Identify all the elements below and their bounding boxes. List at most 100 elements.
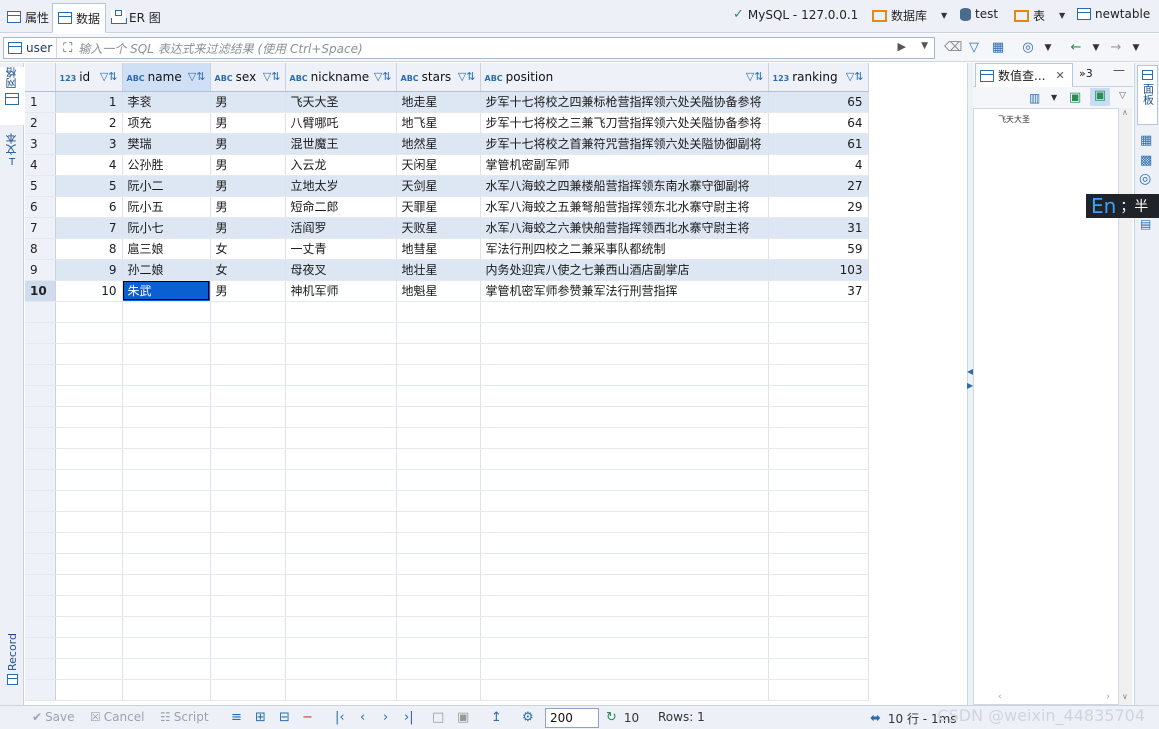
cell-position[interactable]: 水军八海蛟之五兼弩船营指挥领东北水寨守尉主将 <box>480 196 769 218</box>
cell-ranking[interactable]: 59 <box>768 238 869 260</box>
content-type-icon[interactable]: ▥ <box>1029 91 1040 105</box>
back-icon[interactable]: ← <box>1068 40 1084 56</box>
cell-position[interactable]: 水军八海蛟之六兼快船营指挥领西北水寨守尉主将 <box>480 217 769 239</box>
sort-filter-icon[interactable]: ▽⇅ <box>746 70 764 83</box>
auto-apply-icon[interactable]: ▣ <box>1090 88 1110 106</box>
cell-sex[interactable]: 男 <box>210 112 286 134</box>
cell-id[interactable]: 2 <box>55 112 123 134</box>
table-row[interactable]: 8 8 扈三娘女一丈青 地彗星 军法行刑四校之二兼采事队都统制 59 <box>25 238 869 260</box>
cell-ranking[interactable]: 31 <box>768 217 869 239</box>
sort-filter-icon[interactable]: ▽⇅ <box>100 70 118 83</box>
cell-stars[interactable]: 地壮星 <box>396 259 481 281</box>
cell-sex[interactable]: 男 <box>210 154 286 176</box>
table-row[interactable]: 3 3 樊瑞男混世魔王 地然星 步军十七将校之首兼符咒营指挥领六处关隘协御副将 61 <box>25 133 869 155</box>
cell-stars[interactable]: 地飞星 <box>396 112 481 134</box>
sort-filter-icon[interactable]: ▽⇅ <box>188 70 206 83</box>
sort-filter-icon[interactable]: ▽⇅ <box>263 70 281 83</box>
table-row[interactable]: 4 4 公孙胜男入云龙 天闲星 掌管机密副军师 4 <box>25 154 869 176</box>
cell-nickname[interactable]: 母夜叉 <box>285 259 397 281</box>
scroll-right-icon[interactable]: › <box>1106 692 1110 702</box>
cell-stars[interactable]: 天剑星 <box>396 175 481 197</box>
cell-stars[interactable]: 地彗星 <box>396 238 481 260</box>
schema-selector[interactable]: test <box>960 7 998 21</box>
link-dropdown-icon[interactable]: ▼ <box>1040 40 1056 56</box>
cell-name[interactable]: 扈三娘 <box>122 238 211 260</box>
copy-row-icon[interactable]: ⊟ <box>279 710 290 725</box>
add-row-icon[interactable]: ⊞ <box>255 710 266 725</box>
cell-nickname[interactable]: 入云龙 <box>285 154 397 176</box>
table-row[interactable]: 10 10 朱武男神机军师 地魁星 掌管机密军师参赞兼军法行刑营指挥 37 <box>25 280 869 302</box>
link-icon[interactable]: ◎ <box>1020 40 1036 56</box>
cell-nickname[interactable]: 一丈青 <box>285 238 397 260</box>
cell-id[interactable]: 1 <box>55 91 123 113</box>
cell-name[interactable]: 孙二娘 <box>122 259 211 281</box>
table-row[interactable]: 6 6 阮小五男短命二郎 天罪星 水军八海蛟之五兼弩船营指挥领东北水寨守尉主将 29 <box>25 196 869 218</box>
row-number[interactable]: 2 <box>25 112 56 134</box>
cell-id[interactable]: 7 <box>55 217 123 239</box>
apply-filter-icon[interactable]: ▶ <box>898 40 906 53</box>
column-header-id[interactable]: 123 id ▽⇅ <box>55 63 123 92</box>
back-dropdown-icon[interactable]: ▼ <box>1088 40 1104 56</box>
more-tabs-button[interactable]: »3 <box>1079 67 1093 80</box>
cell-nickname[interactable]: 飞天大圣 <box>285 91 397 113</box>
cell-ranking[interactable]: 65 <box>768 91 869 113</box>
scroll-down-icon[interactable]: ∨ <box>1122 692 1128 701</box>
cell-nickname[interactable]: 短命二郎 <box>285 196 397 218</box>
cell-ranking[interactable]: 27 <box>768 175 869 197</box>
cell-name[interactable]: 阮小二 <box>122 175 211 197</box>
cell-ranking[interactable]: 29 <box>768 196 869 218</box>
cell-ranking[interactable]: 37 <box>768 280 869 302</box>
column-header-stars[interactable]: ABC stars ▽⇅ <box>396 63 481 92</box>
cell-stars[interactable]: 天败星 <box>396 217 481 239</box>
cell-value-text[interactable]: 飞天大圣 <box>998 114 1030 125</box>
cell-stars[interactable]: 地然星 <box>396 133 481 155</box>
close-icon[interactable]: ✕ <box>1055 69 1064 82</box>
cell-stars[interactable]: 地走星 <box>396 91 481 113</box>
record-view-tab[interactable]: Record <box>0 633 24 699</box>
cell-position[interactable]: 步军十七将校之首兼符咒营指挥领六处关隘协御副将 <box>480 133 769 155</box>
eraser-icon[interactable]: ⌫ <box>944 40 962 56</box>
column-header-ranking[interactable]: 123 ranking ▽⇅ <box>768 63 869 92</box>
cell-sex[interactable]: 男 <box>210 175 286 197</box>
refresh-button[interactable]: ↻ 10 <box>606 710 639 725</box>
cell-ranking[interactable]: 4 <box>768 154 869 176</box>
filter-history-icon[interactable]: ▼ <box>921 41 928 51</box>
save-button[interactable]: ✔ Save <box>32 710 75 724</box>
cell-ranking[interactable]: 103 <box>768 259 869 281</box>
scroll-left-icon[interactable]: ‹ <box>998 692 1002 702</box>
cell-id[interactable]: 9 <box>55 259 123 281</box>
cell-position[interactable]: 水军八海蛟之四兼楼船营指挥领东南水寨守御副将 <box>480 175 769 197</box>
filter-settings-icon[interactable]: ▽ <box>966 40 982 56</box>
tab-data[interactable]: 数据 <box>52 3 107 33</box>
forward-dropdown-icon[interactable]: ▼ <box>1128 40 1144 56</box>
cell-stars[interactable]: 地魁星 <box>396 280 481 302</box>
cell-name[interactable]: 樊瑞 <box>122 133 211 155</box>
cell-sex[interactable]: 女 <box>210 259 286 281</box>
column-header-sex[interactable]: ABC sex ▽⇅ <box>210 63 286 92</box>
tab-er-diagram[interactable]: ER 图 <box>106 3 166 31</box>
cell-sex[interactable]: 男 <box>210 196 286 218</box>
column-header-position[interactable]: ABC position ▽⇅ <box>480 63 769 92</box>
table-row[interactable]: 1 1 李衮男飞天大圣 地走星 步军十七将校之四兼标枪营指挥领六处关隘协备参将 65 <box>25 91 869 113</box>
row-number[interactable]: 4 <box>25 154 56 176</box>
cell-name[interactable]: 朱武 <box>122 280 211 302</box>
metadata-icon[interactable]: ◎ <box>1139 171 1151 187</box>
forward-icon[interactable]: → <box>1108 40 1124 56</box>
sort-filter-icon[interactable]: ▽⇅ <box>374 70 392 83</box>
filter-input[interactable]: 输入一个 SQL 表达式来过滤结果 (使用 Ctrl+Space) <box>72 40 362 57</box>
cell-id[interactable]: 3 <box>55 133 123 155</box>
cell-sex[interactable]: 男 <box>210 133 286 155</box>
catalog-selector[interactable]: 数据库 ▼ <box>872 7 947 24</box>
cell-nickname[interactable]: 立地太岁 <box>285 175 397 197</box>
scroll-up-icon[interactable]: ∧ <box>1122 108 1128 117</box>
script-button[interactable]: ☷ Script <box>160 710 209 724</box>
filter-save-icon[interactable]: ▦ <box>990 40 1006 56</box>
cell-sex[interactable]: 男 <box>210 91 286 113</box>
row-number[interactable]: 5 <box>25 175 56 197</box>
cancel-button[interactable]: ☒ Cancel <box>90 710 144 724</box>
previous-page-icon[interactable]: ‹ <box>360 710 365 725</box>
cell-position[interactable]: 步军十七将校之三兼飞刀营指挥领六处关隘协备参将 <box>480 112 769 134</box>
cell-position[interactable]: 军法行刑四校之二兼采事队都统制 <box>480 238 769 260</box>
cell-position[interactable]: 掌管机密军师参赞兼军法行刑营指挥 <box>480 280 769 302</box>
edit-row-icon[interactable]: ≡ <box>231 710 242 725</box>
